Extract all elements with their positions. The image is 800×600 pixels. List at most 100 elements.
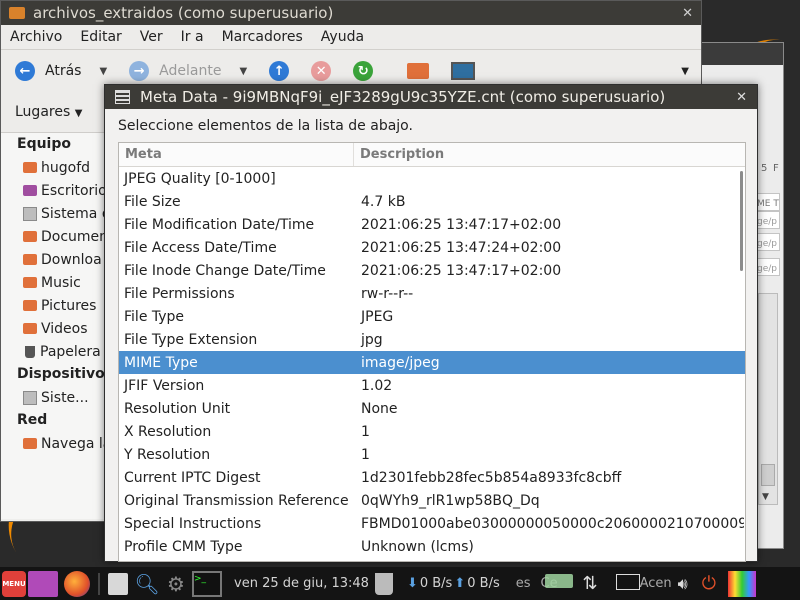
files-icon[interactable] xyxy=(108,572,128,595)
folder-icon xyxy=(23,254,37,265)
sidebar-item-downloads[interactable]: Downloa xyxy=(1,248,106,271)
trash-icon xyxy=(25,345,35,358)
cell-meta: JPEG Quality [0-1000] xyxy=(124,170,276,187)
sidebar-item-videos[interactable]: Videos xyxy=(1,317,106,340)
table-row[interactable]: File Permissions rw-r--r-- xyxy=(119,282,745,305)
sidebar-item-music[interactable]: Music xyxy=(1,271,106,294)
menu-ver[interactable]: Ver xyxy=(131,29,172,45)
sidebar-item-pictures[interactable]: Pictures xyxy=(1,294,106,317)
bg-scroll-thumb[interactable] xyxy=(761,464,775,486)
cell-meta: Current IPTC Digest xyxy=(124,469,261,486)
firefox-icon[interactable] xyxy=(64,570,90,597)
cell-meta: File Type Extension xyxy=(124,331,258,348)
table-row[interactable]: Resolution Unit None xyxy=(119,397,745,420)
table-row[interactable]: X Resolution 1 xyxy=(119,420,745,443)
menu-editar[interactable]: Editar xyxy=(71,29,130,45)
search-icon[interactable]: 🔍︎ xyxy=(134,572,159,596)
trash-icon[interactable] xyxy=(374,572,393,595)
list-header: Meta Description xyxy=(119,143,745,167)
network-transfer-icon[interactable]: ⇅ xyxy=(583,573,598,594)
metadata-dialog[interactable]: Meta Data - 9i9MBNqF9i_eJF3289gU9c35YZE.… xyxy=(104,84,758,562)
terminal-icon[interactable]: >_ xyxy=(192,570,222,597)
metadata-list[interactable]: Meta Description JPEG Quality [0-1000] Fi… xyxy=(118,142,746,562)
close-icon[interactable]: ✕ xyxy=(736,90,747,105)
sidebar-item-papelera[interactable]: Papelera xyxy=(1,340,106,363)
table-row[interactable]: Special Instructions FBMD01000abe03000000… xyxy=(119,512,745,535)
sidebar-heading-equipo: Equipo xyxy=(17,136,71,152)
menu-archivo[interactable]: Archivo xyxy=(1,29,71,45)
back-label: Atrás xyxy=(45,63,82,79)
cell-meta: File Modification Date/Time xyxy=(124,216,315,233)
settings-gear-icon[interactable]: ⚙ xyxy=(164,572,188,596)
table-row[interactable]: File Size 4.7 kB xyxy=(119,190,745,213)
chevron-down-icon[interactable]: ▼ xyxy=(99,66,107,77)
toolbar-overflow-icon[interactable]: ▼ xyxy=(681,66,689,77)
table-row[interactable]: Original Transmission Reference 0qWYh9_rl… xyxy=(119,489,745,512)
stop-button[interactable]: ✕ xyxy=(311,61,332,81)
bg-scrollbar[interactable]: ▼ xyxy=(758,293,778,505)
drive-eject-indicator[interactable]: Ce xyxy=(541,574,575,591)
menu-marcadores[interactable]: Marcadores xyxy=(213,29,312,45)
places-dropdown[interactable]: Lugares ▼ xyxy=(15,104,82,120)
forward-label: Adelante xyxy=(159,63,222,79)
bg-header-cell: ME T xyxy=(756,193,780,211)
scrollbar-thumb[interactable] xyxy=(740,171,743,271)
bg-fragment-1: 5 xyxy=(761,163,768,174)
sidebar-item-documentos[interactable]: Documen xyxy=(1,225,108,248)
power-icon[interactable]: ⏻ xyxy=(702,573,716,594)
column-header-description[interactable]: Description xyxy=(354,143,444,166)
cell-meta: Profile CMM Type xyxy=(124,538,243,555)
cell-description: 2021:06:25 13:47:17+02:00 xyxy=(361,262,562,279)
file-manager-titlebar[interactable]: archivos_extraidos (como superusuario) ✕ xyxy=(1,1,701,25)
table-row[interactable]: MIME Type image/jpeg xyxy=(119,351,745,374)
cell-description: rw-r--r-- xyxy=(361,285,414,302)
sidebar-item-escritorio[interactable]: Escritorio xyxy=(1,179,107,202)
dialog-titlebar[interactable]: Meta Data - 9i9MBNqF9i_eJF3289gU9c35YZE.… xyxy=(105,85,757,109)
color-picker-icon[interactable] xyxy=(727,570,756,597)
up-button[interactable]: ↑ xyxy=(269,61,290,81)
volume-icon[interactable]: 🔊︎ xyxy=(678,574,688,594)
menu-ayuda[interactable]: Ayuda xyxy=(312,29,373,45)
folder-icon xyxy=(23,323,37,334)
chevron-down-icon[interactable]: ▼ xyxy=(239,66,247,77)
stop-icon: ✕ xyxy=(311,61,332,81)
keyboard-indicator[interactable]: Acen xyxy=(615,574,676,591)
table-row[interactable]: Profile CMM Type Unknown (lcms) xyxy=(119,535,745,558)
sidebar-heading-red: Red xyxy=(17,412,48,428)
close-icon[interactable]: ✕ xyxy=(682,6,693,21)
table-row[interactable]: File Inode Change Date/Time 2021:06:25 13… xyxy=(119,259,745,282)
home-button[interactable] xyxy=(407,63,430,79)
cell-description: 2021:06:25 13:47:17+02:00 xyxy=(361,216,562,233)
menu-ir-a[interactable]: Ir a xyxy=(172,29,213,45)
forward-button[interactable]: → Adelante ▼ xyxy=(129,61,247,81)
column-header-meta[interactable]: Meta xyxy=(119,143,354,166)
dialog-title: Meta Data - 9i9MBNqF9i_eJF3289gU9c35YZE.… xyxy=(140,88,666,106)
back-button[interactable]: ← Atrás ▼ xyxy=(15,61,107,81)
table-row[interactable]: File Access Date/Time 2021:06:25 13:47:24… xyxy=(119,236,745,259)
app-icon-terminal-launcher[interactable] xyxy=(28,570,58,597)
table-row[interactable]: File Type JPEG xyxy=(119,305,745,328)
sidebar-item-navegar-red[interactable]: Navega la xyxy=(1,432,111,455)
table-row[interactable]: JPEG Quality [0-1000] xyxy=(119,167,745,190)
cell-description: FBMD01000abe03000000050000c2060000210700… xyxy=(361,515,744,532)
desktop-folder-icon xyxy=(23,185,37,196)
table-row[interactable]: Current IPTC Digest 1d2301febb28fec5b854a… xyxy=(119,466,745,489)
reload-icon: ↻ xyxy=(353,61,374,81)
bg-scroll-down-icon[interactable]: ▼ xyxy=(762,492,769,502)
table-row[interactable]: File Modification Date/Time 2021:06:25 13… xyxy=(119,213,745,236)
clock[interactable]: ven 25 de giu, 13:48 xyxy=(234,576,369,591)
table-row[interactable]: File Type Extension jpg xyxy=(119,328,745,351)
sidebar-item-sistema[interactable]: Sistema d xyxy=(1,202,111,225)
folder-icon xyxy=(23,231,37,242)
computer-button[interactable] xyxy=(451,62,476,80)
sidebar-item-sistema-device[interactable]: Siste... xyxy=(1,386,106,409)
table-row[interactable]: JFIF Version 1.02 xyxy=(119,374,745,397)
background-window-titlebar[interactable] xyxy=(701,43,783,65)
sidebar-item-hugofd[interactable]: hugofd xyxy=(1,156,106,179)
cell-description: 2021:06:25 13:47:24+02:00 xyxy=(361,239,562,256)
cell-description: 1.02 xyxy=(361,377,393,394)
cell-description: 0qWYh9_rlR1wp58BQ_Dq xyxy=(361,492,540,509)
menu-button[interactable]: MENU xyxy=(2,570,26,597)
table-row[interactable]: Y Resolution 1 xyxy=(119,443,745,466)
reload-button[interactable]: ↻ xyxy=(353,61,374,81)
